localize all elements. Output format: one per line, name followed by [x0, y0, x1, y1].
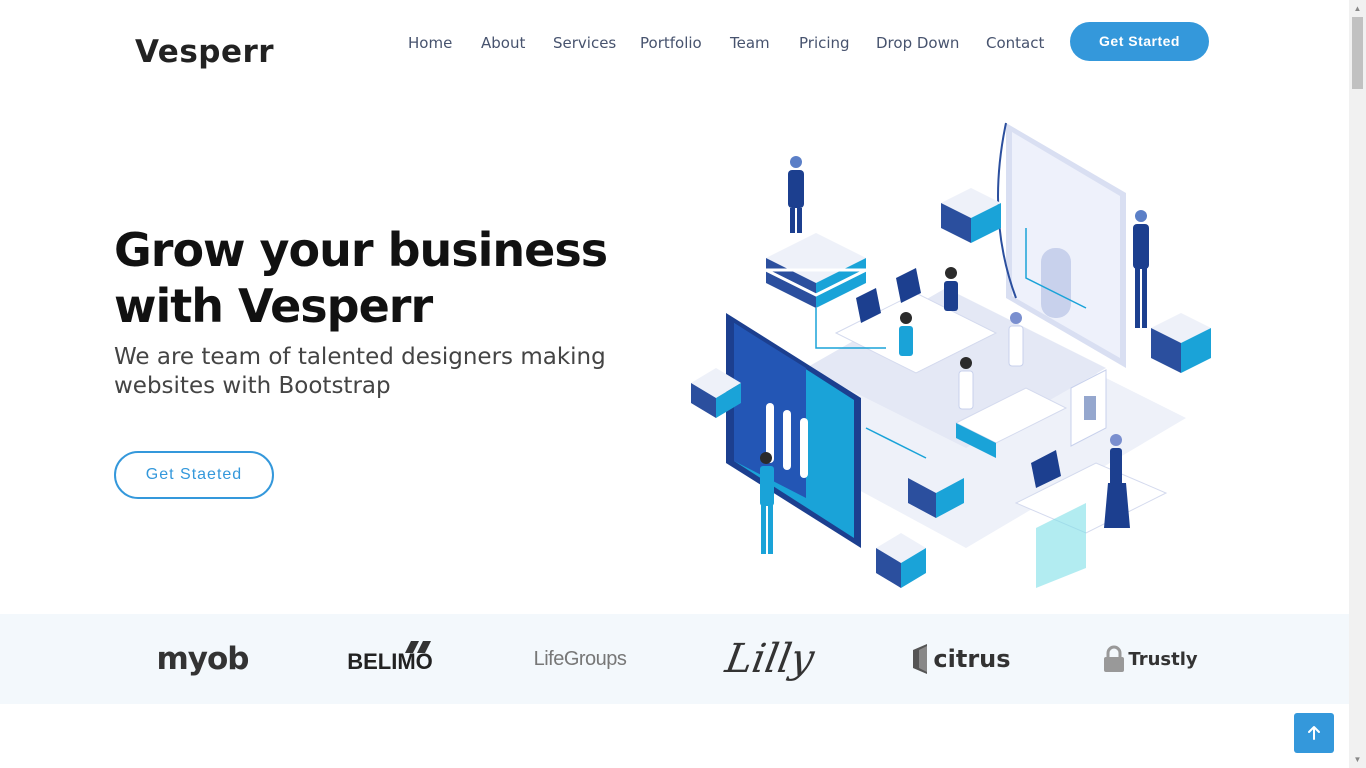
scroll-thumb[interactable]	[1352, 17, 1363, 89]
client-citrus-text: citrus	[933, 645, 1011, 673]
nav-dropdown[interactable]: Drop Down	[876, 34, 959, 52]
nav-about[interactable]: About	[481, 34, 525, 52]
scroll-down-arrow-icon[interactable]: ▼	[1349, 751, 1366, 768]
client-logo-lifegroups: LifeGroups	[525, 614, 635, 704]
clients-section: myob BELIMO LifeGroups Lilly citrus Trus…	[0, 614, 1349, 704]
client-logo-citrus: citrus	[905, 614, 1015, 704]
client-logo-myob: myob	[145, 614, 260, 704]
nav-pricing[interactable]: Pricing	[799, 34, 850, 52]
nav-home[interactable]: Home	[408, 34, 452, 52]
hero-title: Grow your business with Vesperr	[114, 222, 608, 334]
client-logo-belimo: BELIMO	[335, 614, 445, 704]
hero-title-line1: Grow your business	[114, 223, 608, 277]
hero-title-line2: with Vesperr	[114, 279, 433, 333]
site-header: Vesperr Home About Services Portfolio Te…	[0, 0, 1349, 86]
lock-icon	[1104, 645, 1125, 672]
hero-get-started-button[interactable]: Get Staeted	[114, 451, 274, 499]
client-lilly-text: Lilly	[722, 636, 818, 682]
nav-contact[interactable]: Contact	[986, 34, 1044, 52]
client-logo-trustly: Trustly	[1095, 614, 1205, 704]
client-myob-text: myob	[156, 641, 250, 677]
nav-services[interactable]: Services	[553, 34, 616, 52]
scroll-up-arrow-icon[interactable]: ▲	[1349, 0, 1366, 17]
belimo-mark-icon	[405, 641, 431, 653]
client-trustly-text: Trustly	[1128, 648, 1198, 670]
hero-subtitle-line2: websites with Bootstrap	[114, 373, 391, 399]
site-logo[interactable]: Vesperr	[135, 34, 274, 70]
nav-portfolio[interactable]: Portfolio	[640, 34, 702, 52]
back-to-top-button[interactable]	[1294, 713, 1334, 753]
get-started-button[interactable]: Get Started	[1070, 22, 1209, 61]
page-scrollbar[interactable]: ▲ ▼	[1349, 0, 1366, 768]
nav-team[interactable]: Team	[730, 34, 770, 52]
isometric-office-illustration	[691, 122, 1211, 588]
client-logo-lilly: Lilly	[715, 614, 825, 704]
client-lifegroups-text: LifeGroups	[533, 647, 627, 670]
citrus-mark-icon	[913, 644, 928, 674]
arrow-up-icon	[1308, 726, 1320, 740]
hero-subtitle: We are team of talented designers making…	[114, 343, 634, 401]
hero-subtitle-line1: We are team of talented designers making	[114, 344, 606, 370]
